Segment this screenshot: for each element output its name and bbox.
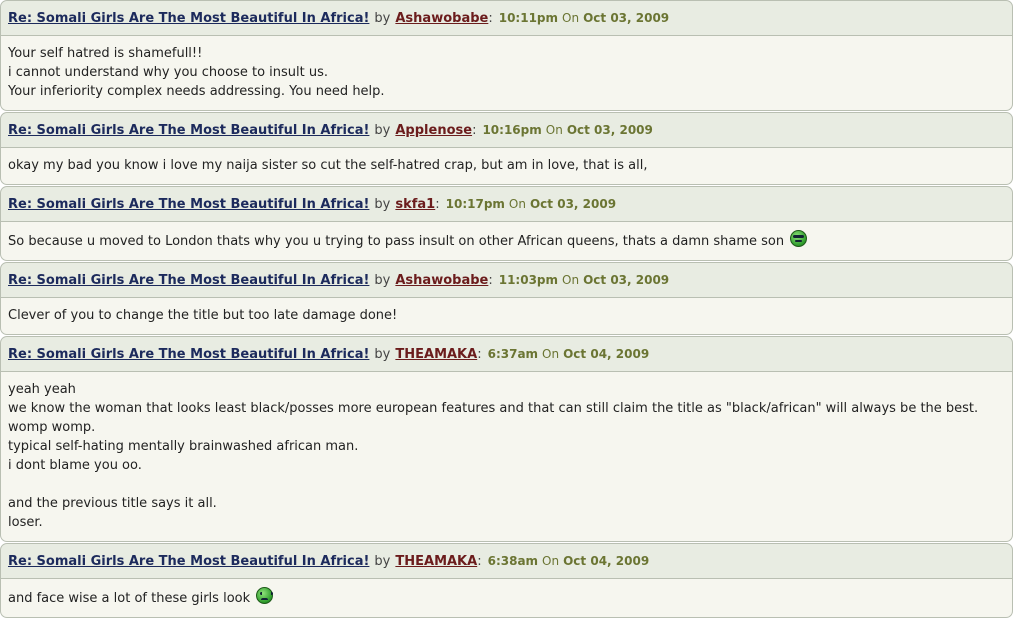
post-text-line: typical self-hating mentally brainwashed… (8, 439, 359, 454)
on-label: On (545, 123, 563, 137)
post: Re: Somali Girls Are The Most Beautiful … (0, 0, 1013, 111)
post-text-line: yeah yeah (8, 382, 76, 397)
post-text-line: Clever of you to change the title but to… (8, 308, 398, 323)
post-text-line: okay my bad you know i love my naija sis… (8, 158, 648, 173)
post-body: yeah yeah we know the woman that looks l… (0, 372, 1013, 542)
sick-smiley-icon (256, 587, 274, 604)
post-time: 6:38am (487, 554, 539, 568)
username-link[interactable]: THEAMAKA (395, 347, 477, 362)
post-date: Oct 04, 2009 (563, 554, 650, 568)
post-text-line: i cannot understand why you choose to in… (8, 65, 328, 80)
post-title-link[interactable]: Re: Somali Girls Are The Most Beautiful … (8, 554, 369, 569)
post-date: Oct 03, 2009 (583, 273, 670, 287)
on-label: On (562, 11, 580, 25)
separator: : (435, 196, 440, 212)
post-text-line: So because u moved to London thats why y… (8, 230, 1005, 251)
post-date: Oct 03, 2009 (566, 123, 653, 137)
post-date: Oct 04, 2009 (563, 347, 650, 361)
post-body: So because u moved to London thats why y… (0, 222, 1013, 261)
separator: : (477, 346, 482, 362)
post-header: Re: Somali Girls Are The Most Beautiful … (0, 112, 1013, 148)
post-text: So because u moved to London thats why y… (8, 234, 785, 249)
post-title-link[interactable]: Re: Somali Girls Are The Most Beautiful … (8, 123, 369, 138)
separator: : (488, 10, 493, 26)
post: Re: Somali Girls Are The Most Beautiful … (0, 262, 1013, 335)
post-text-line: we know the woman that looks least black… (8, 401, 979, 416)
post: Re: Somali Girls Are The Most Beautiful … (0, 112, 1013, 185)
by-label: by (374, 196, 391, 212)
post-body: and face wise a lot of these girls look (0, 579, 1013, 618)
post-list: Re: Somali Girls Are The Most Beautiful … (0, 0, 1013, 618)
post-text: and face wise a lot of these girls look (8, 591, 251, 606)
post-time: 11:03pm (498, 273, 559, 287)
username-link[interactable]: Ashawobabe (395, 11, 488, 26)
post-header: Re: Somali Girls Are The Most Beautiful … (0, 543, 1013, 579)
on-label: On (542, 554, 560, 568)
post-body: Clever of you to change the title but to… (0, 298, 1013, 335)
post-body: Your self hatred is shamefull!! i cannot… (0, 36, 1013, 111)
username-link[interactable]: Ashawobabe (395, 273, 488, 288)
post-title-link[interactable]: Re: Somali Girls Are The Most Beautiful … (8, 11, 369, 26)
post-title-link[interactable]: Re: Somali Girls Are The Most Beautiful … (8, 347, 369, 362)
username-link[interactable]: skfa1 (395, 197, 435, 212)
post-text-line: and face wise a lot of these girls look (8, 587, 1005, 608)
separator: : (488, 272, 493, 288)
separator: : (477, 553, 482, 569)
on-label: On (542, 347, 560, 361)
post-header: Re: Somali Girls Are The Most Beautiful … (0, 336, 1013, 372)
post-header: Re: Somali Girls Are The Most Beautiful … (0, 0, 1013, 36)
on-label: On (508, 197, 526, 211)
post-text-line: and the previous title says it all. (8, 496, 217, 511)
post-text-line: womp womp. (8, 420, 96, 435)
post-text-line: Your inferiority complex needs addressin… (8, 84, 385, 99)
by-label: by (374, 553, 391, 569)
post-body: okay my bad you know i love my naija sis… (0, 148, 1013, 185)
on-label: On (562, 273, 580, 287)
post-time: 10:16pm (482, 123, 542, 137)
by-label: by (374, 272, 391, 288)
post-date: Oct 03, 2009 (529, 197, 617, 211)
cool-smiley-icon (790, 230, 808, 247)
by-label: by (374, 346, 391, 362)
post-title-link[interactable]: Re: Somali Girls Are The Most Beautiful … (8, 273, 369, 288)
post-text-line: Your self hatred is shamefull!! (8, 46, 203, 61)
post-time: 10:11pm (498, 11, 559, 25)
post-text-line (8, 475, 1005, 494)
post-header: Re: Somali Girls Are The Most Beautiful … (0, 262, 1013, 298)
post-time: 10:17pm (445, 197, 505, 211)
by-label: by (374, 10, 391, 26)
post-title-link[interactable]: Re: Somali Girls Are The Most Beautiful … (8, 197, 369, 212)
username-link[interactable]: Applenose (395, 123, 472, 138)
post: Re: Somali Girls Are The Most Beautiful … (0, 336, 1013, 542)
post-text-line: i dont blame you oo. (8, 458, 142, 473)
post-header: Re: Somali Girls Are The Most Beautiful … (0, 186, 1013, 222)
post-text-line: loser. (8, 515, 43, 530)
post: Re: Somali Girls Are The Most Beautiful … (0, 186, 1013, 261)
post-date: Oct 03, 2009 (583, 11, 670, 25)
separator: : (472, 122, 477, 138)
by-label: by (374, 122, 391, 138)
username-link[interactable]: THEAMAKA (395, 554, 477, 569)
post-time: 6:37am (487, 347, 539, 361)
post: Re: Somali Girls Are The Most Beautiful … (0, 543, 1013, 618)
